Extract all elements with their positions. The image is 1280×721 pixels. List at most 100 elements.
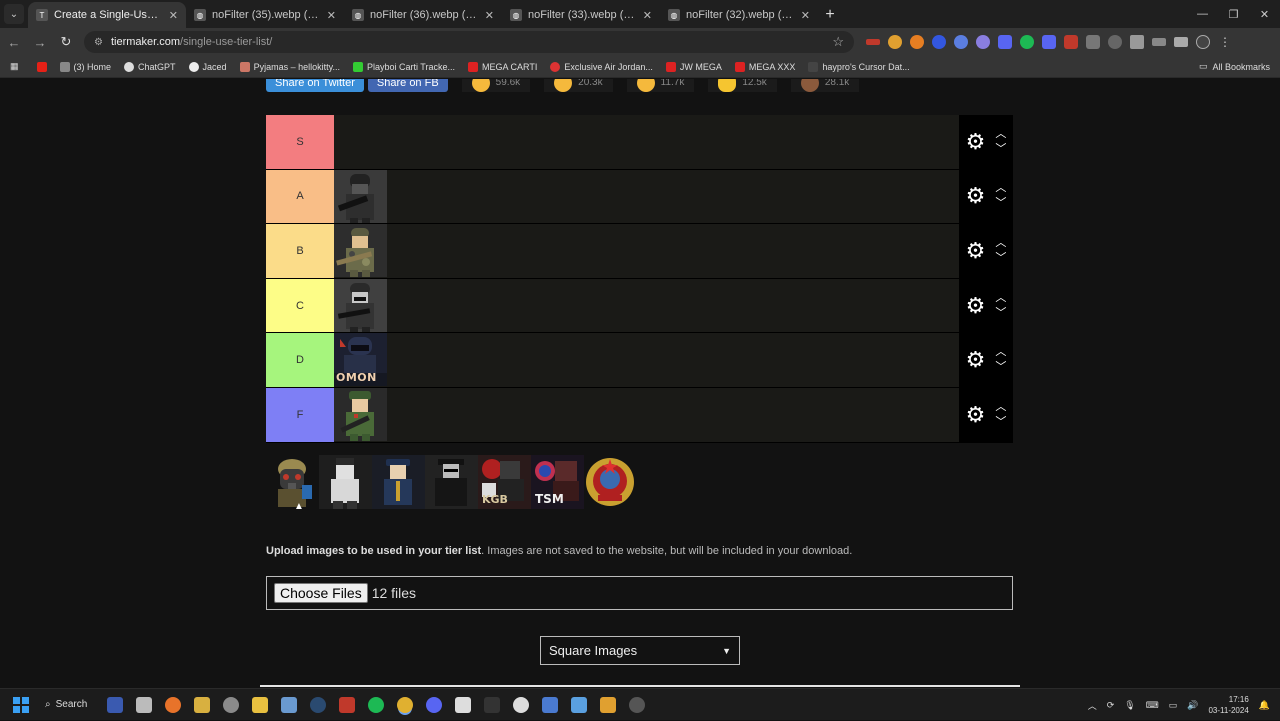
extension-icon[interactable] bbox=[954, 35, 968, 49]
move-up-icon[interactable]: ︿ bbox=[995, 237, 1006, 249]
taskbar-clock[interactable]: 17:16 03-11-2024 bbox=[1208, 694, 1248, 716]
new-tab-button[interactable]: + bbox=[818, 2, 842, 28]
tier-image-soldier[interactable] bbox=[334, 169, 387, 223]
move-down-icon[interactable]: ﹀ bbox=[995, 143, 1006, 155]
app-icon[interactable] bbox=[484, 696, 501, 713]
app-icon[interactable] bbox=[339, 696, 356, 713]
move-up-icon[interactable]: ︿ bbox=[995, 292, 1006, 304]
tier-items-dropzone[interactable] bbox=[334, 278, 959, 333]
move-down-icon[interactable]: ﹀ bbox=[995, 252, 1006, 264]
notepad-icon[interactable] bbox=[571, 696, 588, 713]
move-down-icon[interactable]: ﹀ bbox=[995, 307, 1006, 319]
pool-image-civilian[interactable] bbox=[319, 455, 372, 509]
file-explorer-icon[interactable] bbox=[252, 696, 269, 713]
puzzle-icon[interactable] bbox=[1130, 35, 1144, 49]
menu-dots-icon[interactable]: ⋮ bbox=[1218, 35, 1232, 49]
discord-icon[interactable] bbox=[426, 696, 443, 713]
bookmark-item[interactable]: JW MEGA bbox=[665, 61, 722, 72]
profile-avatar[interactable] bbox=[1196, 35, 1210, 49]
network-icon[interactable]: ▭ bbox=[1169, 700, 1178, 711]
app-icon[interactable] bbox=[542, 696, 559, 713]
tier-label[interactable]: D bbox=[266, 333, 334, 387]
bookmark-item[interactable]: Pyjamas – hellokitty... bbox=[239, 61, 340, 72]
forward-arrow-icon[interactable]: → bbox=[28, 30, 52, 54]
move-down-icon[interactable]: ﹀ bbox=[995, 416, 1006, 428]
back-arrow-icon[interactable]: ← bbox=[2, 30, 26, 54]
tier-label[interactable]: F bbox=[266, 387, 334, 442]
gear-icon[interactable]: ⚙ bbox=[966, 239, 986, 262]
extension-icon[interactable] bbox=[998, 35, 1012, 49]
move-down-icon[interactable]: ﹀ bbox=[995, 198, 1006, 209]
gear-icon[interactable]: ⚙ bbox=[966, 349, 986, 371]
bookmark-item[interactable]: MEGA CARTI bbox=[467, 61, 537, 72]
download-icon[interactable] bbox=[1174, 37, 1188, 47]
bookmark-item[interactable]: Jaced bbox=[188, 61, 227, 72]
bookmark-item[interactable]: (3) Home bbox=[59, 61, 111, 72]
pool-image-officer[interactable] bbox=[372, 455, 425, 509]
extension-icon[interactable] bbox=[932, 35, 946, 49]
apps-grid-icon[interactable]: ▦ bbox=[10, 61, 19, 72]
extension-icon[interactable] bbox=[910, 35, 924, 49]
sync-icon[interactable]: ⟳ bbox=[1107, 700, 1115, 711]
app-icon[interactable] bbox=[600, 696, 617, 713]
site-info-icon[interactable]: ⚙ bbox=[94, 37, 103, 48]
extension-icon[interactable] bbox=[1064, 35, 1078, 49]
close-window-icon[interactable]: ✕ bbox=[1249, 0, 1280, 28]
tier-image-soldier[interactable] bbox=[334, 387, 387, 441]
reaction-button[interactable]: 12.5k bbox=[708, 79, 777, 92]
gear-icon[interactable]: ⚙ bbox=[966, 403, 986, 426]
extension-icon[interactable] bbox=[1108, 35, 1122, 49]
image-shape-select[interactable]: Square Images ▼ bbox=[540, 636, 740, 665]
bookmark-item[interactable]: ChatGPT bbox=[124, 61, 176, 72]
all-bookmarks[interactable]: ▭ All Bookmarks bbox=[1199, 61, 1270, 72]
share-fb-button[interactable]: Share on FB bbox=[367, 79, 448, 92]
extension-icon[interactable] bbox=[976, 35, 990, 49]
choose-files-button[interactable]: Choose Files bbox=[274, 583, 368, 603]
tab-image-35[interactable]: ◍ noFilter (35).webp (150×150) ✕ bbox=[186, 2, 344, 28]
extension-icon[interactable] bbox=[1086, 35, 1100, 49]
tab-image-33[interactable]: ◍ noFilter (33).webp (147×150) ✕ bbox=[502, 2, 660, 28]
pool-image-gasmask[interactable]: ▲ bbox=[266, 455, 319, 509]
tab-search-button[interactable]: ⌄ bbox=[4, 4, 24, 24]
close-tab-icon[interactable]: ✕ bbox=[169, 9, 178, 22]
reload-icon[interactable]: ↻ bbox=[54, 30, 78, 54]
microphone-icon[interactable]: 🎙 bbox=[1124, 700, 1135, 711]
move-up-icon[interactable]: ︿ bbox=[995, 401, 1006, 413]
app-icon[interactable] bbox=[629, 696, 646, 713]
photos-icon[interactable] bbox=[281, 696, 298, 713]
pool-image-agent[interactable] bbox=[425, 455, 478, 509]
tray-chevron-icon[interactable]: ︿ bbox=[1088, 699, 1097, 712]
close-tab-icon[interactable]: ✕ bbox=[801, 9, 810, 22]
spotify-icon[interactable] bbox=[368, 696, 385, 713]
steam-icon[interactable] bbox=[310, 696, 327, 713]
tier-items-dropzone[interactable] bbox=[334, 169, 959, 224]
tier-items-dropzone[interactable] bbox=[334, 115, 959, 169]
gear-icon[interactable]: ⚙ bbox=[966, 185, 986, 207]
tier-label[interactable]: C bbox=[266, 278, 334, 333]
close-tab-icon[interactable]: ✕ bbox=[327, 9, 336, 22]
pool-image-kgb[interactable]: KGB bbox=[478, 455, 531, 509]
reaction-button[interactable]: 20.3k bbox=[544, 79, 613, 92]
reading-list-icon[interactable] bbox=[1152, 38, 1166, 46]
share-twitter-button[interactable]: Share on Twitter bbox=[266, 79, 364, 92]
tier-label[interactable]: A bbox=[266, 169, 334, 224]
extension-icon[interactable] bbox=[866, 39, 880, 45]
bookmark-star-icon[interactable]: ☆ bbox=[832, 34, 844, 50]
gear-icon[interactable]: ⚙ bbox=[966, 294, 986, 317]
tier-items-dropzone[interactable] bbox=[334, 224, 959, 278]
pool-image-tsm[interactable]: TSM bbox=[531, 455, 584, 509]
tier-items-dropzone[interactable] bbox=[334, 387, 959, 442]
bookmark-youtube[interactable] bbox=[36, 61, 47, 72]
restore-icon[interactable]: ❐ bbox=[1218, 0, 1249, 28]
notification-icon[interactable]: 🔔 bbox=[1259, 700, 1270, 711]
extension-icon[interactable] bbox=[1042, 35, 1056, 49]
windows-start-icon[interactable] bbox=[13, 696, 29, 713]
gear-icon[interactable]: ⚙ bbox=[966, 130, 986, 153]
bookmark-item[interactable]: Playboi Carti Tracke... bbox=[352, 61, 455, 72]
tier-image-soldier[interactable] bbox=[334, 278, 387, 332]
extension-icon[interactable] bbox=[888, 35, 902, 49]
tier-label[interactable]: B bbox=[266, 224, 334, 278]
bookmark-item[interactable]: MEGA XXX bbox=[734, 61, 795, 72]
reaction-button[interactable]: 28.1k bbox=[790, 79, 860, 92]
move-up-icon[interactable]: ︿ bbox=[995, 183, 1006, 194]
